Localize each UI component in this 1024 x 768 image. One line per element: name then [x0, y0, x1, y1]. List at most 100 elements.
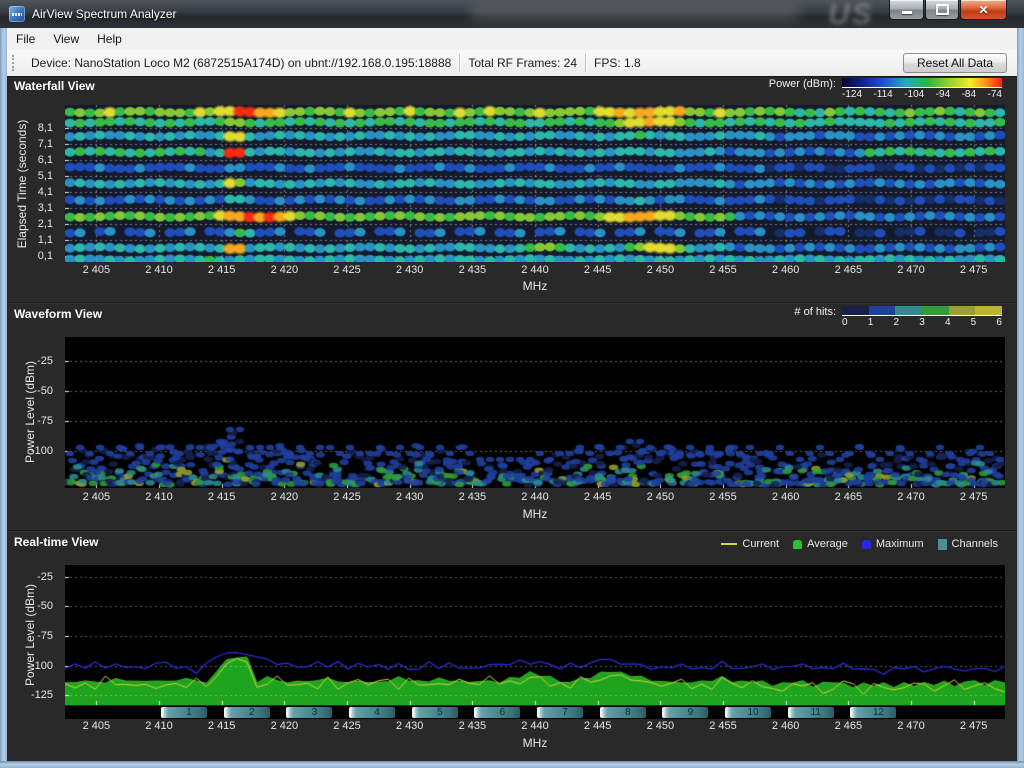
- hits-segment: [949, 306, 976, 315]
- xtick-label: 2 405: [74, 720, 118, 732]
- channel-bar-7: 7: [537, 707, 583, 718]
- xtick-label: 2 425: [325, 720, 369, 732]
- application-window: AirView Spectrum Analyzer US ✕ File View…: [0, 0, 1024, 768]
- channel-bar-5: 5: [412, 707, 458, 718]
- ytick-label: -25: [37, 571, 53, 583]
- realtime-xlabel: MHz: [65, 736, 1005, 750]
- legend-tick: 0: [842, 317, 848, 328]
- xtick-label: 2 455: [701, 720, 745, 732]
- channel-number: 10: [738, 707, 759, 718]
- xtick-label: 2 450: [638, 720, 682, 732]
- xtick-label: 2 455: [701, 491, 745, 503]
- channel-number: 4: [364, 707, 380, 718]
- channel-bar-12: 12: [850, 707, 896, 718]
- realtime-xtick-labels: 2 405 2 410 2 415 2 420 2 425 2 430 2 435 2 440…: [65, 720, 1005, 733]
- channel-number: 3: [302, 707, 318, 718]
- title-bar: AirView Spectrum Analyzer US ✕: [0, 0, 1024, 29]
- waveform-view-title: Waveform View: [14, 307, 102, 321]
- maximum-marker-icon: [862, 540, 871, 549]
- minimize-button[interactable]: [889, 0, 924, 20]
- ytick-label: 2,1: [38, 218, 53, 230]
- legend-tick: 3: [919, 317, 925, 328]
- ytick-label: -25: [37, 355, 53, 367]
- xtick-label: 2 415: [200, 720, 244, 732]
- reset-all-data-button[interactable]: Reset All Data: [903, 53, 1007, 73]
- hits-gradient-bar: [842, 306, 1002, 316]
- xtick-label: 2 445: [576, 264, 620, 276]
- hits-segment: [842, 306, 869, 315]
- realtime-plot: [65, 565, 1005, 705]
- legend-tick: -74: [987, 89, 1001, 100]
- ytick-label: 1,1: [38, 234, 53, 246]
- hits-segment: [922, 306, 949, 315]
- legend-tick: -94: [936, 89, 950, 100]
- xtick-label: 2 445: [576, 720, 620, 732]
- window-border-right: [1017, 28, 1024, 761]
- realtime-view-title: Real-time View: [14, 535, 98, 549]
- power-legend-ticks: -124-114-104-94-84-74: [842, 89, 1002, 100]
- hits-legend-label: # of hits:: [794, 306, 836, 318]
- xtick-label: 2 420: [262, 264, 306, 276]
- xtick-label: 2 450: [638, 264, 682, 276]
- xtick-label: 2 450: [638, 491, 682, 503]
- channel-bar-2: 2: [224, 707, 270, 718]
- channel-bar-3: 3: [286, 707, 332, 718]
- xtick-label: 2 425: [325, 264, 369, 276]
- xtick-label: 2 430: [388, 491, 432, 503]
- menu-view[interactable]: View: [44, 29, 88, 49]
- maximize-button[interactable]: [925, 0, 959, 20]
- maximize-icon: [936, 4, 949, 15]
- xtick-label: 2 465: [826, 491, 870, 503]
- hits-legend-ticks: 0123456: [842, 317, 1002, 328]
- channel-bar-1: 1: [161, 707, 207, 718]
- panel-separator: [7, 302, 1017, 304]
- xtick-label: 2 410: [137, 720, 181, 732]
- realtime-ytick-labels: -25-50-75-100-125: [0, 565, 58, 705]
- xtick-label: 2 470: [889, 264, 933, 276]
- legend-item-current: Current: [721, 538, 779, 550]
- channel-number: 11: [801, 707, 821, 718]
- current-marker-icon: [721, 543, 737, 545]
- waterfall-plot: [65, 105, 1005, 262]
- hits-segment: [975, 306, 1002, 315]
- waveform-xlabel: MHz: [65, 507, 1005, 521]
- power-gradient-bar: [842, 78, 1002, 88]
- channel-bar-4: 4: [349, 707, 395, 718]
- power-legend: Power (dBm): -124-114-104-94-84-74: [769, 78, 1002, 100]
- close-button[interactable]: ✕: [960, 0, 1007, 20]
- xtick-label: 2 435: [450, 720, 494, 732]
- channel-bar-8: 8: [600, 707, 646, 718]
- window-border-bottom: [0, 761, 1024, 768]
- xtick-label: 2 430: [388, 720, 432, 732]
- legend-item-average: Average: [793, 538, 848, 550]
- rf-frames-status: Total RF Frames: 24: [460, 56, 585, 70]
- ytick-label: -125: [31, 689, 53, 701]
- menu-help[interactable]: Help: [88, 29, 131, 49]
- hits-segment: [895, 306, 922, 315]
- ytick-label: -100: [31, 660, 53, 672]
- xtick-label: 2 470: [889, 720, 933, 732]
- channel-number: 9: [678, 707, 694, 718]
- legend-item-channels: Channels: [938, 538, 998, 550]
- channel-bar-10: 10: [725, 707, 771, 718]
- channel-number: 12: [863, 707, 884, 718]
- channel-number: 5: [427, 707, 443, 718]
- status-toolbar: Device: NanoStation Loco M2 (6872515A174…: [7, 50, 1017, 77]
- ytick-label: -50: [37, 385, 53, 397]
- xtick-label: 2 425: [325, 491, 369, 503]
- menu-file[interactable]: File: [7, 29, 44, 49]
- channel-strip: 123456789101112: [65, 706, 1005, 719]
- xtick-label: 2 440: [513, 720, 557, 732]
- xtick-label: 2 445: [576, 491, 620, 503]
- channels-marker-icon: [938, 539, 947, 550]
- xtick-label: 2 415: [200, 491, 244, 503]
- legend-item-label: Current: [742, 538, 779, 550]
- xtick-label: 2 475: [952, 720, 996, 732]
- window-title: AirView Spectrum Analyzer: [32, 7, 177, 21]
- xtick-label: 2 460: [764, 264, 808, 276]
- xtick-label: 2 470: [889, 491, 933, 503]
- hits-legend: # of hits: 0123456: [794, 306, 1002, 328]
- minimize-icon: [902, 11, 912, 14]
- xtick-label: 2 420: [262, 720, 306, 732]
- xtick-label: 2 465: [826, 720, 870, 732]
